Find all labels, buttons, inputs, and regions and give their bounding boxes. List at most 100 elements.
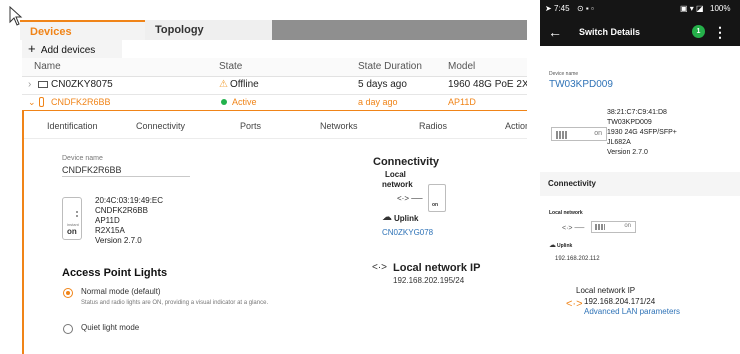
more-icon[interactable]: ⋮ bbox=[713, 18, 727, 46]
table-row[interactable]: › CN0ZKY8075 ⚠ Offline 5 days ago 1960 4… bbox=[22, 76, 527, 95]
status-dot-icon bbox=[76, 211, 78, 213]
network-icons: ▣ ▾ ◪ bbox=[680, 4, 704, 13]
advanced-lan-parameters-link[interactable]: Advanced LAN parameters bbox=[584, 307, 680, 316]
device-name[interactable]: CN0ZKY8075 bbox=[51, 76, 113, 94]
quiet-mode-radio[interactable] bbox=[63, 324, 73, 334]
serial-number: CNDFK2R6BB bbox=[95, 206, 148, 215]
device-subtabs: Identification Connectivity Ports Networ… bbox=[24, 114, 527, 138]
status-dot-icon bbox=[76, 215, 78, 217]
cursor-icon: ➤ bbox=[545, 4, 552, 13]
local-network-ip-value: 192.168.202.195/24 bbox=[393, 276, 465, 285]
mac-address: 20:4C:03:19:49:EC bbox=[95, 196, 164, 205]
switch-icon bbox=[38, 81, 48, 88]
local-network-ip-icon: <·> bbox=[372, 262, 388, 273]
phone-connectivity-title: Connectivity bbox=[540, 172, 740, 196]
switch-small-icon: on bbox=[591, 221, 636, 233]
instant-on-logo: on bbox=[67, 227, 77, 236]
phone-local-network-ip-title: Local network IP bbox=[576, 286, 636, 295]
status-icons: ⊙ ▪ ▫ bbox=[577, 4, 594, 13]
quiet-mode-label[interactable]: Quiet light mode bbox=[81, 323, 139, 332]
device-state: Offline bbox=[230, 79, 259, 90]
instant-on-logo: on bbox=[432, 202, 439, 208]
tab-connectivity[interactable]: Connectivity bbox=[136, 114, 185, 138]
chevron-down-icon[interactable]: ⌄ bbox=[28, 94, 36, 110]
phone-header: ← Switch Details 1 ⋮ bbox=[540, 18, 740, 46]
model-name: 1930 24G 4SFP/SFP+ bbox=[607, 129, 677, 136]
status-time: 7:45 bbox=[554, 4, 570, 13]
local-network-label-line1: Local bbox=[385, 170, 406, 179]
device-name[interactable]: CNDFK2R6BB bbox=[51, 94, 111, 110]
cloud-icon: ☁ bbox=[382, 212, 392, 223]
add-devices-button[interactable]: + Add devices bbox=[22, 40, 122, 58]
normal-mode-description: Status and radio lights are ON, providin… bbox=[81, 300, 269, 306]
cloud-icon: ☁ bbox=[549, 242, 556, 249]
name-column-header[interactable]: Name bbox=[34, 58, 61, 76]
firmware-version: Version 2.7.0 bbox=[607, 149, 648, 156]
sku: R2X15A bbox=[95, 226, 125, 235]
phone-status-bar: ➤ 7:45 ⊙ ▪ ▫ ▣ ▾ ◪ 100% bbox=[540, 0, 740, 18]
tab-networks[interactable]: Networks bbox=[320, 114, 358, 138]
warning-icon: ⚠ bbox=[219, 79, 228, 90]
device-name-label: Device name bbox=[62, 155, 103, 162]
device-state: Active bbox=[232, 97, 257, 107]
plus-icon: + bbox=[28, 41, 36, 56]
uplink-label: Uplink bbox=[394, 214, 419, 223]
phone-device-identity: 38:21:C7:C9:41:D8 TW03KPD009 1930 24G 4S… bbox=[607, 108, 737, 158]
uplink-device-link[interactable]: CN0ZKYG078 bbox=[382, 228, 433, 237]
battery-level: 100% bbox=[710, 4, 731, 13]
firmware-version: Version 2.7.0 bbox=[95, 236, 142, 245]
phone-local-network-ip-value: 192.168.204.171/24 bbox=[584, 297, 656, 306]
normal-mode-radio[interactable] bbox=[63, 288, 73, 298]
access-point-lights-title: Access Point Lights bbox=[62, 267, 168, 279]
local-network-ip-title: Local network IP bbox=[393, 262, 481, 274]
network-arrows-icon: <·> ── bbox=[397, 194, 423, 203]
connectivity-title: Connectivity bbox=[373, 156, 440, 168]
active-status-icon bbox=[221, 99, 227, 105]
tab-radios[interactable]: Radios bbox=[419, 114, 447, 138]
phone-title: Switch Details bbox=[579, 27, 641, 37]
devices-panel: Devices Topology + Add devices Name Stat… bbox=[0, 0, 527, 354]
tab-identification[interactable]: Identification bbox=[47, 114, 98, 138]
mac-address: 38:21:C7:C9:41:D8 bbox=[607, 109, 667, 116]
phone-uplink-label: Uplink bbox=[557, 243, 573, 249]
tab-ports[interactable]: Ports bbox=[240, 114, 261, 138]
device-name-field[interactable]: CNDFK2R6BB bbox=[62, 165, 122, 175]
phone-local-network-label: Local network bbox=[549, 210, 583, 216]
switch-device-icon: on bbox=[551, 127, 607, 141]
notification-badge[interactable]: 1 bbox=[692, 25, 705, 38]
device-model: 1960 48G PoE 2XGT 2 bbox=[448, 79, 527, 90]
back-arrow-icon[interactable]: ← bbox=[548, 18, 562, 46]
add-devices-label: Add devices bbox=[40, 45, 96, 56]
tab-action[interactable]: Action bbox=[505, 114, 527, 138]
instant-on-logo: on bbox=[624, 223, 631, 229]
model-name: AP11D bbox=[95, 216, 120, 225]
normal-mode-label[interactable]: Normal mode (default) bbox=[81, 287, 161, 296]
access-point-device-icon: instant on bbox=[62, 197, 82, 240]
instant-on-logo: on bbox=[594, 130, 602, 137]
serial-number: TW03KPD009 bbox=[607, 119, 652, 126]
switch-ports-icon bbox=[595, 224, 605, 230]
device-table-header: Name State State Duration Model bbox=[22, 58, 527, 77]
phone-uplink-ip: 192.168.202.112 bbox=[555, 256, 600, 262]
network-arrows-icon: <·> ── bbox=[562, 225, 585, 232]
tab-devices[interactable]: Devices bbox=[20, 20, 145, 40]
table-row-selected[interactable]: ⌄ CNDFK2R6BB Active a day ago AP11D bbox=[22, 94, 527, 111]
state-duration: a day ago bbox=[358, 97, 398, 107]
state-duration-column-header[interactable]: State Duration bbox=[358, 58, 422, 76]
state-column-header[interactable]: State bbox=[219, 58, 242, 76]
phone-device-name: TW03KPD009 bbox=[549, 79, 613, 90]
access-point-small-icon: on bbox=[428, 184, 446, 212]
tab-topology[interactable]: Topology bbox=[145, 20, 272, 40]
switch-ports-icon bbox=[556, 131, 568, 139]
state-duration: 5 days ago bbox=[358, 79, 407, 90]
model-column-header[interactable]: Model bbox=[448, 58, 475, 76]
local-network-ip-icon: <·> bbox=[566, 298, 583, 310]
device-name-label: Device name bbox=[549, 71, 579, 77]
chevron-right-icon[interactable]: › bbox=[28, 76, 31, 94]
device-identity: 20:4C:03:19:49:EC CNDFK2R6BB AP11D R2X15… bbox=[95, 196, 245, 246]
access-point-icon bbox=[39, 97, 44, 107]
device-model: AP11D bbox=[448, 97, 476, 107]
local-network-label-line2: network bbox=[382, 180, 413, 189]
sku: JL682A bbox=[607, 139, 631, 146]
device-name-underline bbox=[62, 176, 190, 177]
